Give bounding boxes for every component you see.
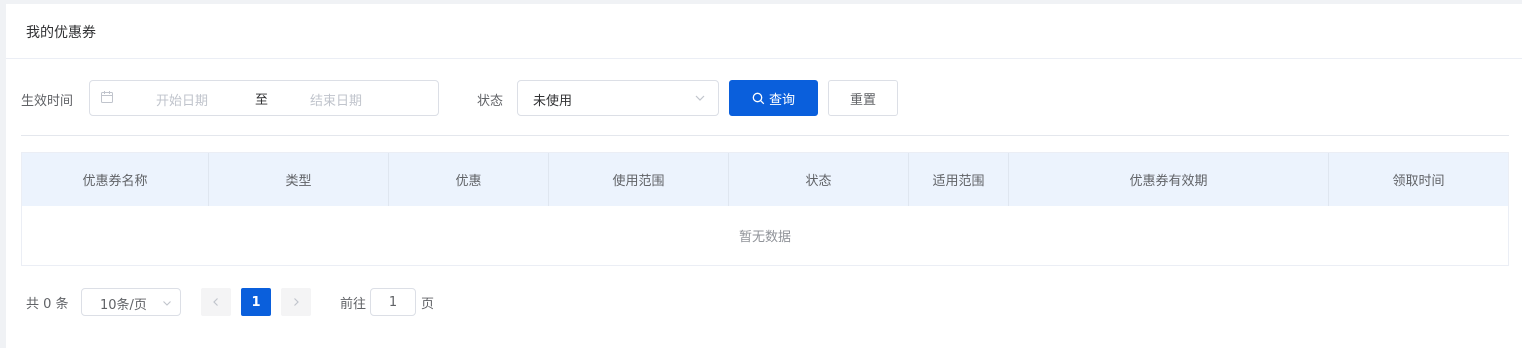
- total-count: 共 0 条: [26, 297, 69, 312]
- column-header: 优惠: [389, 153, 549, 206]
- chevron-right-icon: [291, 297, 301, 307]
- next-page-button[interactable]: [281, 288, 311, 316]
- end-date-input[interactable]: 结束日期: [310, 90, 362, 109]
- table-header: 优惠券名称 类型 优惠 使用范围 状态 适用范围 优惠券有效期 领取时间: [22, 153, 1508, 206]
- column-header: 使用范围: [549, 153, 729, 206]
- column-header: 类型: [209, 153, 389, 206]
- date-separator: 至: [255, 93, 269, 108]
- status-label: 状态: [477, 94, 504, 109]
- search-icon: [752, 92, 765, 105]
- coupon-table: 优惠券名称 类型 优惠 使用范围 状态 适用范围 优惠券有效期 领取时间 暂无数…: [21, 152, 1509, 266]
- page-title: 我的优惠券: [26, 25, 96, 41]
- calendar-icon: [100, 90, 116, 106]
- goto-page-input[interactable]: 1: [370, 288, 416, 316]
- card-header: 我的优惠券: [6, 4, 1522, 59]
- coupon-card: 我的优惠券 生效时间 开始日期 至 结束日期 状态 未使用 查询 重置 优惠券名…: [6, 4, 1522, 348]
- filter-divider: [21, 135, 1509, 136]
- search-button[interactable]: 查询: [729, 80, 818, 116]
- date-range-label: 生效时间: [21, 94, 74, 109]
- prev-page-button[interactable]: [201, 288, 231, 316]
- column-header: 领取时间: [1392, 174, 1445, 189]
- chevron-left-icon: [211, 297, 221, 307]
- column-header: 优惠券名称: [22, 153, 209, 206]
- start-date-input[interactable]: 开始日期: [156, 90, 208, 109]
- column-header: 适用范围: [909, 153, 1009, 206]
- goto-label: 前往: [340, 297, 367, 312]
- search-button-label: 查询: [768, 92, 795, 108]
- page-size-value: 10条/页: [100, 298, 147, 313]
- status-select[interactable]: 未使用: [517, 80, 719, 116]
- empty-state: 暂无数据: [738, 230, 791, 245]
- reset-button-label: 重置: [849, 92, 876, 108]
- page-number-current[interactable]: 1: [241, 288, 271, 316]
- date-range-picker[interactable]: 开始日期 至 结束日期: [89, 80, 439, 116]
- page-size-select[interactable]: 10条/页: [81, 288, 181, 316]
- chevron-down-icon: [694, 92, 706, 108]
- status-select-value: 未使用: [533, 94, 573, 109]
- reset-button[interactable]: 重置: [828, 80, 898, 116]
- chevron-down-icon: [162, 297, 172, 312]
- page-suffix: 页: [421, 297, 435, 312]
- column-header: 优惠券有效期: [1009, 153, 1329, 206]
- column-header: 状态: [729, 153, 909, 206]
